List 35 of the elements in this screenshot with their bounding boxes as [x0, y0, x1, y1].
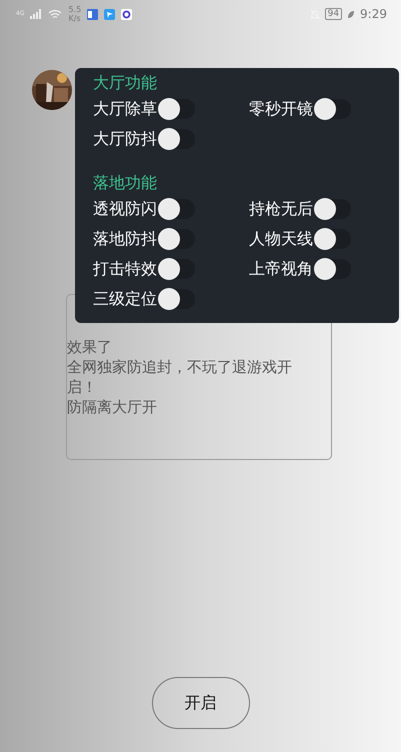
feature-label: 零秒开镜: [249, 98, 313, 120]
battery-level: 94: [324, 8, 342, 20]
toggle-switch[interactable]: [159, 229, 195, 249]
clock-time: 9:29: [360, 8, 387, 20]
signal-icon: [30, 9, 42, 19]
feature-label: 三级定位: [93, 288, 157, 310]
app-icon: [87, 8, 98, 20]
feature-label: 大厅防抖: [93, 128, 157, 150]
leaf-icon: [347, 10, 356, 18]
toggle-switch[interactable]: [159, 289, 195, 309]
app-icon: [104, 8, 116, 20]
toggle-switch[interactable]: [159, 259, 195, 279]
feature-label: 持枪无后: [249, 198, 313, 220]
notice-line: 效果了: [67, 337, 113, 357]
notice-line: 全网独家防追封，不玩了退游戏开启！: [67, 357, 293, 397]
wifi-icon: [48, 8, 62, 20]
feature-label: 透视防闪: [93, 198, 157, 220]
toggle-switch[interactable]: [159, 129, 195, 149]
toggle-switch[interactable]: [315, 99, 351, 119]
toggle-switch[interactable]: [315, 229, 351, 249]
notice-line: 防隔离大厅开: [67, 397, 158, 417]
feature-label: 上帝视角: [249, 258, 313, 280]
toggle-switch[interactable]: [315, 199, 351, 219]
toggle-switch[interactable]: [315, 259, 351, 279]
feature-label: 落地防抖: [93, 228, 157, 250]
toggle-switch[interactable]: [159, 199, 195, 219]
feature-label: 人物天线: [249, 228, 313, 250]
section-title: 大厅功能: [93, 72, 157, 94]
section-title: 落地功能: [93, 172, 157, 194]
app-icon: [121, 8, 132, 20]
feature-label: 打击特效: [93, 258, 157, 280]
start-button[interactable]: 开启: [152, 677, 250, 729]
feature-label: 大厅除草: [93, 98, 157, 120]
network-speed: 5.5 K/s: [68, 5, 82, 23]
toggle-switch[interactable]: [159, 99, 195, 119]
